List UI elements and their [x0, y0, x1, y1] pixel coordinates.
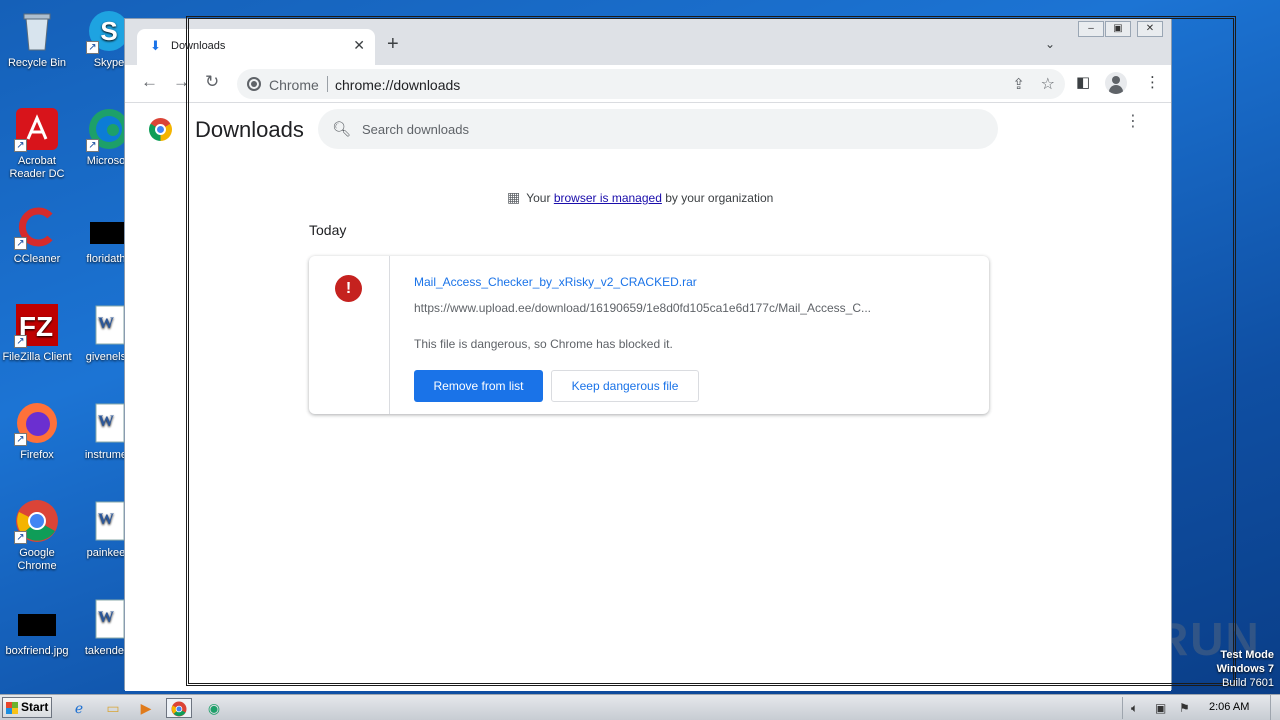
test-mode-line2: Windows 7 [1216, 663, 1274, 675]
minimize-button[interactable]: – [1078, 21, 1104, 37]
download-source-url[interactable]: https://www.upload.ee/download/16190659/… [414, 301, 914, 315]
search-downloads-box[interactable]: 🔍︎ [318, 109, 998, 149]
tab-strip: ⬇ Downloads ✕ + ⌄ – ▣ ✕ [125, 19, 1171, 65]
firefox-icon: ↗ [14, 400, 60, 446]
desktop-icon-google-chrome[interactable]: ↗ Google Chrome [0, 498, 74, 573]
ccleaner-icon: ↗ [14, 204, 60, 250]
desktop-icon-recycle-bin[interactable]: Recycle Bin [0, 8, 74, 70]
share-icon[interactable]: ⇪ [1012, 75, 1025, 93]
svg-text:S: S [100, 16, 117, 46]
filezilla-icon: FZ ↗ [14, 302, 60, 348]
internet-explorer-icon[interactable]: ℯ [66, 698, 92, 718]
chrome-logo-icon [149, 118, 172, 141]
forward-icon[interactable]: → [173, 72, 190, 92]
address-scheme-label: Chrome [269, 77, 319, 93]
desktop-icon-ccleaner[interactable]: ↗ CCleaner [0, 204, 74, 266]
action-center-flag-icon[interactable]: ⚑ [1179, 701, 1190, 715]
card-divider [389, 256, 390, 414]
svg-text:W: W [98, 413, 114, 430]
svg-text:W: W [98, 511, 114, 528]
toolbar: ← → ↻ Chrome chrome://downloads ⇪ ☆ ◧ ⋮ [125, 65, 1171, 103]
building-icon: ▦ [507, 189, 521, 205]
tab-title: Downloads [171, 40, 226, 52]
download-icon: ⬇ [150, 38, 161, 53]
window-controls: – ▣ ✕ [1077, 21, 1163, 39]
search-icon: 🔍︎ [332, 121, 352, 138]
tab-search-chevron-icon[interactable]: ⌄ [1045, 37, 1055, 51]
volume-icon[interactable]: 🔈︎ [1131, 701, 1138, 716]
desktop-icon-boxfriend[interactable]: boxfriend.jpg [0, 596, 74, 658]
managed-prefix: Your [526, 191, 551, 205]
search-input[interactable] [362, 119, 962, 139]
test-mode-watermark: Test Mode Windows 7 Build 7601 [1217, 648, 1274, 690]
download-status-text: This file is dangerous, so Chrome has bl… [414, 337, 673, 351]
clock[interactable]: 2:06 AM [1209, 701, 1249, 713]
windows-logo-icon [6, 702, 18, 714]
network-icon[interactable]: ▣ [1155, 701, 1166, 715]
acrobat-icon: ↗ [14, 106, 60, 152]
managed-notice: ▦ Your browser is managed by your organiz… [507, 189, 773, 206]
reload-icon[interactable]: ↻ [205, 72, 219, 92]
profile-avatar-icon[interactable] [1105, 72, 1127, 94]
address-url[interactable]: chrome://downloads [335, 77, 460, 93]
taskbar: Start ℯ ▭ ▶ ◉ 🔈︎ ▣ ⚑ 2:06 AM [0, 694, 1280, 720]
page-menu-kebab-icon[interactable]: ⋮ [1125, 114, 1141, 130]
new-tab-button[interactable]: + [387, 34, 399, 54]
chrome-window: ⬇ Downloads ✕ + ⌄ – ▣ ✕ ← → ↻ Chrome chr… [124, 18, 1172, 691]
chrome-site-icon [247, 77, 261, 91]
menu-kebab-icon[interactable]: ⋮ [1145, 73, 1160, 91]
bookmark-star-icon[interactable]: ☆ [1041, 74, 1055, 94]
taskbar-edge-icon[interactable]: ◉ [201, 698, 227, 718]
test-mode-line3: Build 7601 [1222, 677, 1274, 689]
image-file-icon [14, 596, 60, 642]
chrome-icon: ↗ [14, 498, 60, 544]
recycle-bin-icon [14, 8, 60, 54]
managed-suffix: by your organization [665, 191, 774, 205]
page-title: Downloads [195, 117, 304, 142]
maximize-button[interactable]: ▣ [1105, 21, 1131, 37]
start-button[interactable]: Start [2, 697, 52, 718]
danger-warning-icon: ! [335, 275, 362, 302]
browser-managed-link[interactable]: browser is managed [554, 191, 662, 205]
tab-downloads[interactable]: ⬇ Downloads ✕ [137, 29, 375, 65]
download-file-name[interactable]: Mail_Access_Checker_by_xRisky_v2_CRACKED… [414, 275, 697, 289]
side-panel-icon[interactable]: ◧ [1076, 73, 1090, 91]
svg-text:W: W [98, 609, 114, 626]
start-label: Start [21, 700, 49, 714]
close-tab-icon[interactable]: ✕ [353, 37, 365, 54]
file-explorer-icon[interactable]: ▭ [100, 698, 126, 718]
remove-from-list-button[interactable]: Remove from list [414, 370, 543, 402]
desktop-icon-acrobat[interactable]: ↗ Acrobat Reader DC [0, 106, 74, 181]
download-item-card: ! Mail_Access_Checker_by_xRisky_v2_CRACK… [309, 256, 989, 414]
svg-text:W: W [98, 315, 114, 332]
desktop-icon-firefox[interactable]: ↗ Firefox [0, 400, 74, 462]
show-desktop-button[interactable] [1270, 695, 1280, 720]
back-icon[interactable]: ← [141, 72, 158, 92]
close-window-button[interactable]: ✕ [1137, 21, 1163, 37]
media-player-icon[interactable]: ▶ [133, 698, 159, 718]
desktop-icon-filezilla[interactable]: FZ ↗ FileZilla Client [0, 302, 74, 364]
date-section-header: Today [309, 222, 347, 238]
taskbar-chrome-icon[interactable] [166, 698, 192, 718]
downloads-page: Downloads 🔍︎ ⋮ ▦ Your browser is managed … [125, 103, 1171, 691]
system-tray: 🔈︎ ▣ ⚑ [1122, 697, 1278, 719]
keep-dangerous-file-button[interactable]: Keep dangerous file [551, 370, 699, 402]
address-separator [327, 76, 328, 92]
test-mode-line1: Test Mode [1220, 649, 1274, 661]
address-bar[interactable]: Chrome chrome://downloads ⇪ ☆ [237, 69, 1065, 99]
